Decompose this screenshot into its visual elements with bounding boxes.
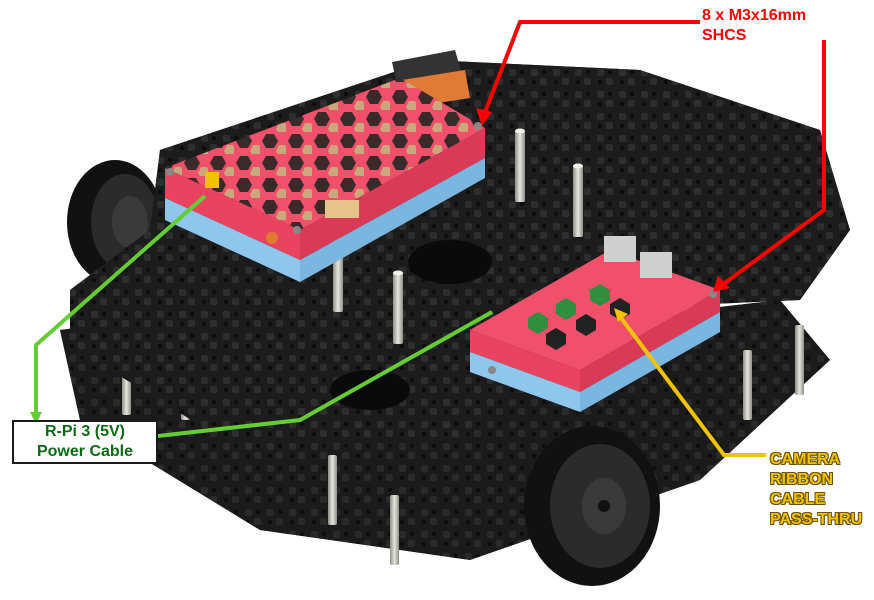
screws-callout: 8 x M3x16mm SHCS bbox=[702, 6, 806, 46]
right-wheel bbox=[524, 426, 660, 586]
screws-callout-line2: SHCS bbox=[702, 27, 747, 44]
camera-callout-line3: CABLE bbox=[770, 491, 826, 508]
power-callout-line1: R-Pi 3 (5V) bbox=[44, 423, 125, 440]
camera-callout-line2: RIBBON bbox=[770, 471, 834, 488]
camera-callout-line4: PASS-THRU bbox=[770, 511, 863, 528]
robot-illustration bbox=[30, 20, 850, 586]
camera-callout-line1: CAMERA bbox=[770, 451, 841, 468]
screws-callout-line1: 8 x M3x16mm bbox=[702, 7, 807, 24]
power-callout-line2: Power Cable bbox=[36, 443, 134, 460]
camera-cable-callout: CAMERA RIBBON CABLE PASS-THRU bbox=[770, 450, 862, 530]
power-cable-callout: R-Pi 3 (5V) Power Cable bbox=[12, 420, 158, 464]
robot-assembly-diagram: 8 x M3x16mm SHCS R-Pi 3 (5V) Power Cable… bbox=[0, 0, 874, 600]
